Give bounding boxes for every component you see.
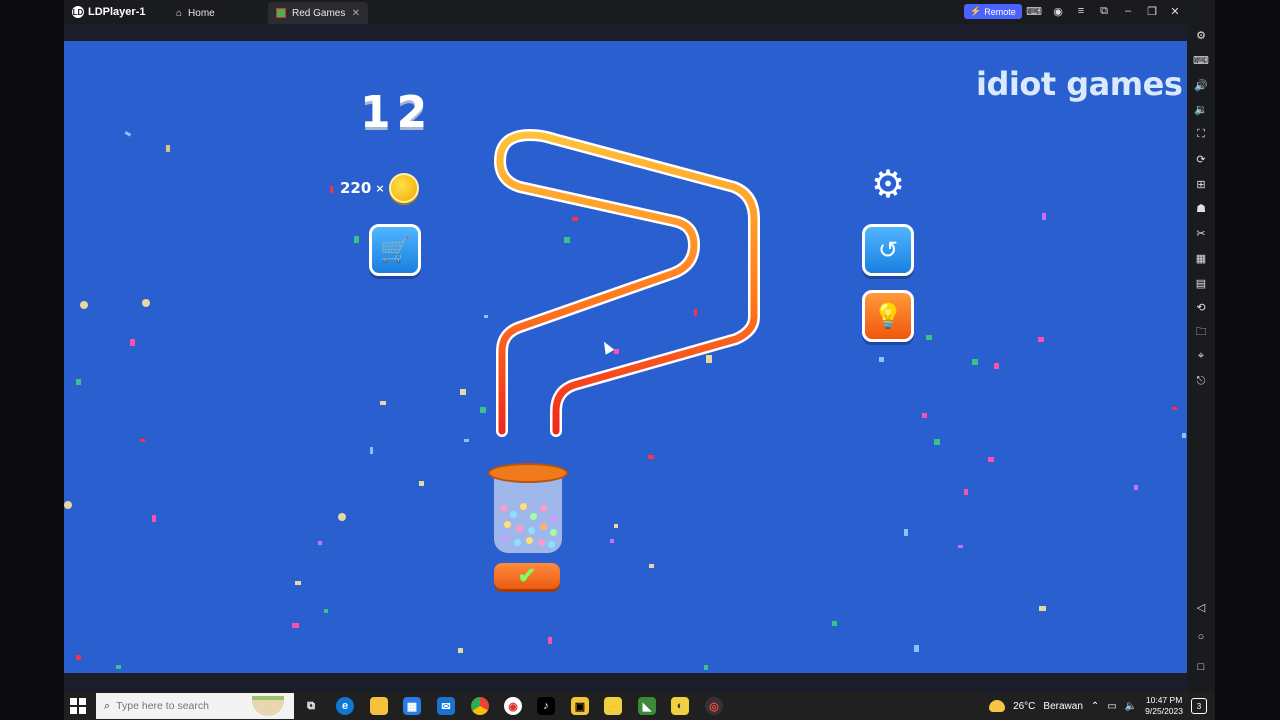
speaker-icon[interactable]: 🔈 (1125, 701, 1137, 712)
tab-red-games[interactable]: Red Games ✕ (268, 2, 368, 24)
emulator-top-strip (64, 24, 1187, 41)
app-green-icon[interactable]: ◣ (638, 697, 656, 715)
rotate-icon[interactable]: ⟲ (1193, 299, 1209, 315)
home-icon: ⌂ (176, 7, 183, 19)
remote-button[interactable]: ⚡ Remote (964, 4, 1022, 19)
level-number: 12 (360, 87, 434, 138)
coin-multiplier: × (375, 181, 385, 195)
emulator-title-bar: LD LDPlayer-1 ⌂ Home Red Games ✕ ⚡ Remot… (64, 0, 1215, 24)
ldplayer-logo-icon: LD (72, 6, 84, 18)
multi-window-icon[interactable]: ▦ (1193, 250, 1209, 266)
recent-apps-icon[interactable]: □ (1193, 659, 1209, 675)
clock-time: 10:47 PM (1145, 695, 1183, 705)
notification-center-icon[interactable]: 3 (1191, 698, 1207, 714)
window-pin-icon[interactable]: ⧉ (1097, 4, 1111, 18)
coin-counter: 220 × (340, 173, 419, 203)
weather-icon[interactable] (989, 700, 1006, 712)
game-app-icon (276, 8, 286, 18)
minimize-icon[interactable]: – (1121, 4, 1135, 18)
pipe-track[interactable] (494, 129, 760, 437)
jar-rim (488, 463, 568, 483)
search-icon: ⌕ (104, 699, 111, 712)
shake-icon[interactable]: ⎋ (1193, 373, 1209, 389)
clock[interactable]: 10:47 PM 9/25/2023 (1145, 695, 1183, 717)
search-highlight-icon (252, 696, 285, 716)
ldplayer-taskbar-icon[interactable]: ⚡ (604, 697, 622, 715)
robot-icon[interactable]: ☗ (1193, 200, 1209, 216)
emulator-side-toolbar: ⚙ ⌨ 🔊 🔉 ⛶ ⟳ ⊞ ☗ ✂ ▦ ▤ ⟲ 🗀 ⌖ ⎋ ◁ ○ □ (1187, 0, 1215, 692)
restart-button[interactable]: ↺ (862, 224, 914, 276)
emulator-bottom-strip (64, 673, 1187, 692)
chrome-icon[interactable] (471, 697, 489, 715)
sync-icon[interactable]: ⟳ (1193, 151, 1209, 167)
hint-button[interactable]: 💡 (862, 290, 914, 342)
coin-icon (388, 173, 419, 203)
tab-close-icon[interactable]: ✕ (352, 8, 360, 19)
system-tray: 26°C Berawan ⌃ ▭ 🔈 10:47 PM 9/25/2023 3 (989, 692, 1207, 720)
lightning-icon: ⚡ (970, 6, 982, 16)
coin-count: 220 (340, 179, 372, 197)
notification-count: 3 (1196, 701, 1202, 711)
back-icon[interactable]: ◁ (1193, 599, 1209, 615)
settings-icon[interactable]: ⚙ (1193, 27, 1209, 43)
windows-taskbar: ⌕ ⧉ e ▦ ✉ ◉ ♪ ▣ ⚡ ◣ ◐ ◎ 26°C Berawan ⌃ ▭… (64, 692, 1215, 720)
checkmark-icon: ✔ (517, 563, 537, 588)
scissors-icon[interactable]: ✂ (1193, 225, 1209, 241)
lightbulb-icon: 💡 (873, 302, 903, 330)
account-icon[interactable]: ◉ (1051, 4, 1065, 18)
chrome-canary-icon[interactable]: ◉ (504, 697, 522, 715)
tab-home-label: Home (188, 7, 215, 19)
gamepad-icon[interactable]: ⌨ (1026, 4, 1042, 18)
undo-arrow-icon: ↺ (877, 236, 899, 264)
home-circle-icon[interactable]: ○ (1193, 629, 1209, 645)
weather-text: Berawan (1043, 700, 1083, 712)
game-canvas[interactable]: 12 220 × idiot games 🛒 ⚙ ↺ 💡 ✔ (64, 41, 1187, 673)
clock-date: 9/25/2023 (1145, 706, 1183, 716)
confetti-layer (64, 129, 1186, 670)
candy-jar (488, 463, 568, 557)
search-input[interactable] (116, 700, 247, 712)
volume-down-icon[interactable]: 🔉 (1193, 101, 1209, 117)
location-icon[interactable]: ⌖ (1193, 348, 1209, 364)
app-logo: LD LDPlayer-1 (72, 6, 145, 18)
tab-home[interactable]: ⌂ Home (168, 2, 223, 24)
tray-chevron-icon[interactable]: ⌃ (1091, 701, 1099, 712)
notes-icon[interactable]: ▤ (1193, 275, 1209, 291)
recorder-icon[interactable]: ◎ (705, 697, 723, 715)
store-icon[interactable]: ▦ (403, 697, 421, 715)
tab-red-games-label: Red Games (292, 7, 346, 19)
close-icon[interactable]: ✕ (1168, 4, 1182, 18)
app-yellow-icon[interactable]: ▣ (571, 697, 589, 715)
brand-logo: idiot games (976, 65, 1183, 103)
windows-start-icon[interactable] (70, 698, 86, 714)
network-icon[interactable]: ▭ (1107, 701, 1116, 712)
add-app-icon[interactable]: ⊞ (1193, 176, 1209, 192)
remote-label: Remote (984, 6, 1016, 17)
confirm-button[interactable]: ✔ (494, 563, 560, 589)
app-name: LDPlayer-1 (88, 6, 146, 18)
menu-icon[interactable]: ≡ (1074, 4, 1088, 18)
maximize-icon[interactable]: ❐ (1145, 4, 1159, 18)
keyboard-icon[interactable]: ⌨ (1193, 52, 1209, 68)
tiktok-icon[interactable]: ♪ (537, 697, 555, 715)
shop-button[interactable]: 🛒 (369, 224, 421, 276)
file-explorer-icon[interactable] (370, 697, 388, 715)
ldmultiplayer-icon[interactable]: ◐ (671, 697, 689, 715)
folder-icon[interactable]: 🗀 (1193, 324, 1209, 340)
volume-up-icon[interactable]: 🔊 (1193, 77, 1209, 93)
edge-icon[interactable]: e (336, 697, 354, 715)
settings-gear-icon[interactable]: ⚙ (868, 165, 908, 205)
weather-temp: 26°C (1013, 700, 1036, 712)
taskbar-search-box[interactable]: ⌕ (96, 693, 294, 719)
jar-body (494, 475, 562, 553)
task-view-icon[interactable]: ⧉ (302, 697, 320, 715)
mail-icon[interactable]: ✉ (437, 697, 455, 715)
screen: LD LDPlayer-1 ⌂ Home Red Games ✕ ⚡ Remot… (0, 0, 1280, 720)
shopping-cart-icon: 🛒 (380, 236, 410, 264)
resize-icon[interactable]: ⛶ (1193, 126, 1209, 142)
